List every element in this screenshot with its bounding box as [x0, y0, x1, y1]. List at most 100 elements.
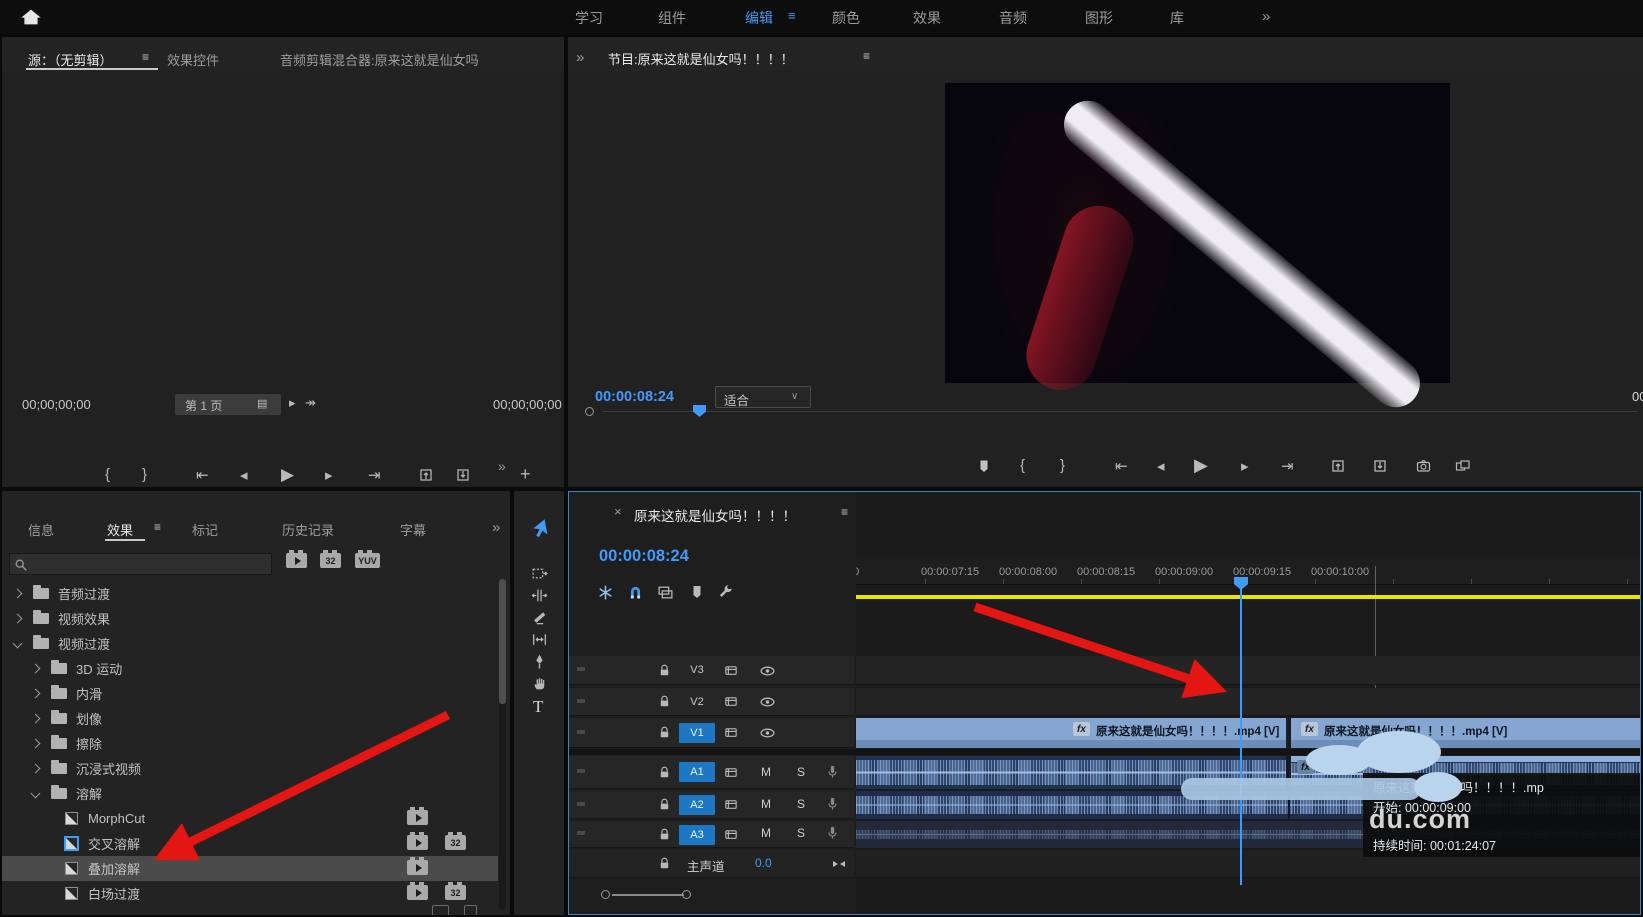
effects-panel-menu-icon[interactable]: ≡ [154, 520, 161, 534]
scrubber-zoom-handle[interactable] [585, 407, 594, 416]
tree-folder-immersive-video[interactable]: 沉浸式视频 [2, 756, 498, 781]
tree-folder-video-transitions[interactable]: 视频过渡 [2, 631, 498, 656]
tab-audio-clip-mixer[interactable]: 音频剪辑混合器:原来这就是仙女吗 [280, 50, 542, 69]
chevron-down-icon[interactable] [13, 639, 23, 649]
go-to-in-icon[interactable]: ⇤ [196, 466, 209, 484]
tree-effect-additive-dissolve[interactable]: 叠加溶解 [2, 856, 498, 881]
chevron-right-icon[interactable] [31, 764, 41, 774]
menu-item-assembly[interactable]: 组件 [658, 8, 686, 28]
tab-info[interactable]: 信息 [28, 520, 54, 539]
track-source-icon[interactable] [723, 694, 739, 709]
timeline-zoom-out-handle[interactable] [601, 890, 610, 899]
timeline-timecode[interactable]: 00:00:08:24 [599, 547, 689, 566]
nest-sequence-icon[interactable] [597, 584, 614, 601]
32bit-filter-icon[interactable]: 32 [320, 553, 341, 568]
timeline-panel-menu-icon[interactable]: ≡ [841, 505, 848, 519]
page-play-icon[interactable]: ▸ [289, 395, 296, 411]
tree-folder-audio-transitions[interactable]: 音频过渡 [2, 581, 498, 606]
scrubber-track[interactable] [602, 411, 1637, 412]
source-patch-indicator[interactable] [577, 699, 585, 703]
source-timecode-current[interactable]: 00;00;00;00 [22, 397, 91, 412]
program-zoom-select[interactable]: 适合 ∨ [715, 386, 811, 408]
tree-effect-morphcut[interactable]: MorphCut [2, 806, 498, 831]
effects-search-input[interactable] [9, 553, 272, 575]
toggle-track-output-eye-icon[interactable] [759, 726, 776, 740]
track-source-icon[interactable] [723, 765, 739, 780]
timeline-add-marker-icon[interactable] [689, 584, 705, 600]
lock-icon[interactable] [657, 663, 672, 678]
chevron-right-icon[interactable] [31, 689, 41, 699]
program-step-forward-icon[interactable]: ▸ [1241, 457, 1249, 475]
program-group-overflow-icon[interactable]: » [576, 49, 583, 66]
tree-folder-slide[interactable]: 内滑 [2, 681, 498, 706]
linked-selection-icon[interactable] [657, 584, 674, 601]
source-page-selector[interactable]: 第 1 页 ▤ [175, 394, 281, 415]
track-select-forward-tool-icon[interactable] [531, 565, 548, 582]
tree-folder-dissolve[interactable]: 溶解 [2, 781, 498, 806]
overwrite-icon[interactable] [455, 467, 471, 483]
program-timecode[interactable]: 00:00:08:24 [595, 389, 674, 405]
track-target-a2[interactable]: A2 [679, 795, 715, 815]
pen-tool-icon[interactable] [531, 653, 548, 670]
chevron-down-icon[interactable] [31, 789, 41, 799]
track-header-v2[interactable]: V2 [569, 688, 854, 716]
toggle-track-output-eye-icon[interactable] [759, 695, 776, 709]
video-clip-1[interactable]: fx 原来这就是仙女吗！！！！.mp4 [V] [856, 718, 1288, 748]
track-target-v3[interactable]: V3 [679, 660, 715, 680]
solo-button[interactable]: S [797, 797, 805, 811]
tab-timeline-sequence[interactable]: 原来这就是仙女吗！！！！ [634, 505, 796, 525]
tree-folder-erase[interactable]: 擦除 [2, 731, 498, 756]
type-tool-icon[interactable]: T [533, 697, 543, 717]
track-header-v3[interactable]: V3 [569, 656, 854, 685]
track-target-v1[interactable]: V1 [679, 723, 715, 743]
program-playhead-marker[interactable] [693, 405, 706, 417]
voiceover-mic-icon[interactable] [825, 825, 840, 841]
export-frame-icon[interactable] [1415, 458, 1432, 474]
source-panel-menu-icon[interactable]: ≡ [142, 50, 149, 64]
tree-folder-wipe[interactable]: 划像 [2, 706, 498, 731]
lock-icon[interactable] [657, 725, 672, 740]
menu-item-learn[interactable]: 学习 [575, 8, 603, 28]
yuv-filter-icon[interactable]: YUV [355, 553, 380, 568]
track-source-icon[interactable] [723, 827, 739, 842]
playhead-line[interactable] [1240, 588, 1242, 885]
timeline-zoom-in-handle[interactable] [682, 890, 691, 899]
source-patch-indicator[interactable] [577, 802, 585, 806]
menu-item-edit[interactable]: 编辑 [745, 8, 773, 28]
program-play-icon[interactable]: ▶ [1194, 455, 1208, 476]
track-target-v2[interactable]: V2 [679, 692, 715, 712]
track-row-v2[interactable] [856, 688, 1640, 716]
track-source-icon[interactable] [723, 663, 739, 678]
chevron-right-icon[interactable] [31, 739, 41, 749]
lock-icon[interactable] [657, 856, 672, 871]
accelerated-effects-filter-icon[interactable] [286, 553, 307, 568]
lock-icon[interactable] [657, 765, 672, 780]
source-patch-indicator[interactable] [577, 667, 585, 671]
track-row-v3[interactable] [856, 656, 1640, 685]
tab-effects[interactable]: 效果 [107, 520, 133, 539]
add-marker-icon[interactable] [976, 458, 992, 474]
lock-icon[interactable] [657, 694, 672, 709]
timeline-tab-close-icon[interactable]: × [614, 504, 622, 519]
effects-scrollbar-thumb[interactable] [499, 579, 506, 704]
mark-in-icon[interactable]: { [105, 466, 110, 483]
menu-item-libraries[interactable]: 库 [1170, 8, 1184, 28]
track-header-a2[interactable]: A2 M S [569, 791, 854, 819]
toggle-track-output-eye-icon[interactable] [759, 664, 776, 678]
add-button-icon[interactable]: + [520, 464, 531, 485]
track-target-a3[interactable]: A3 [679, 825, 715, 845]
program-go-to-out-icon[interactable]: ⇥ [1281, 457, 1294, 475]
solo-button[interactable]: S [797, 826, 805, 840]
program-panel-menu-icon[interactable]: ≡ [863, 49, 870, 63]
track-header-master[interactable]: 主声道 0.0 [569, 850, 854, 878]
page-advance-icon[interactable]: ↠ [305, 395, 316, 411]
hand-tool-icon[interactable] [531, 675, 548, 692]
lock-icon[interactable] [657, 827, 672, 842]
source-patch-indicator[interactable] [577, 769, 585, 773]
timeline-settings-wrench-icon[interactable] [717, 584, 734, 601]
pan-icon[interactable] [831, 857, 847, 871]
chevron-right-icon[interactable] [31, 714, 41, 724]
track-source-icon[interactable] [723, 725, 739, 740]
lock-icon[interactable] [657, 797, 672, 812]
solo-button[interactable]: S [797, 765, 805, 779]
